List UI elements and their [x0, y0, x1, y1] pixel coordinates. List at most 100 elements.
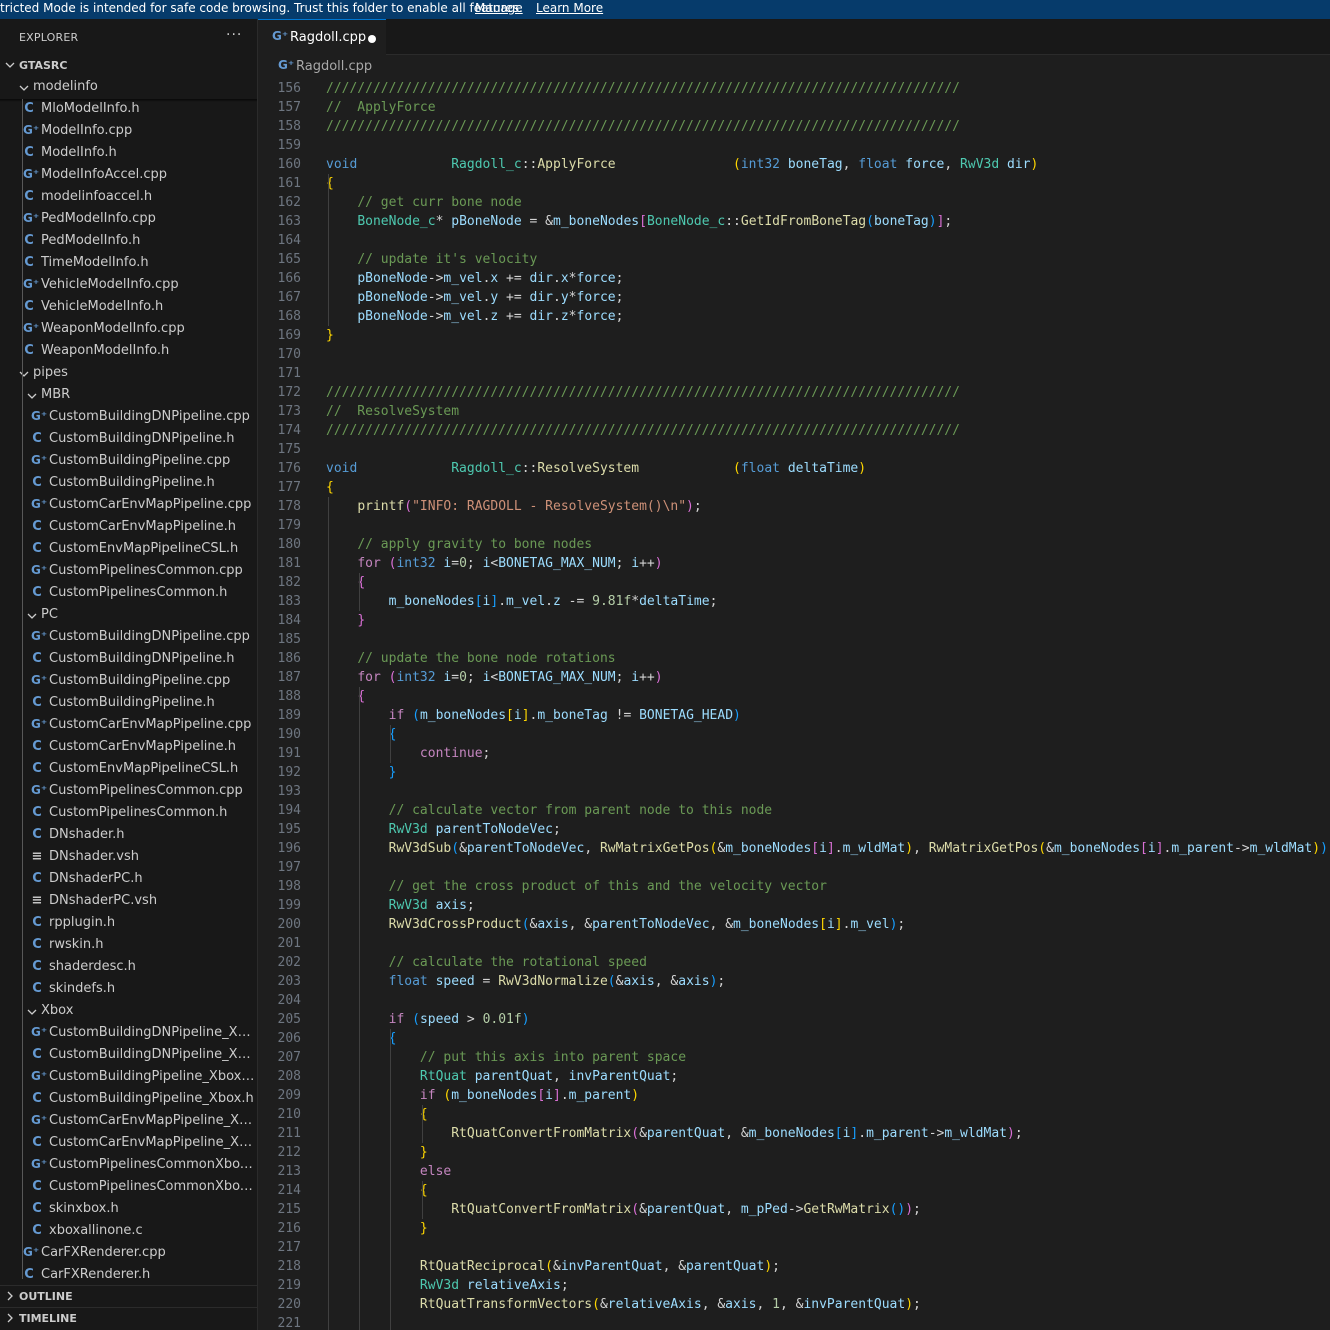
code-line[interactable]: // get curr bone node: [326, 193, 521, 212]
code-line[interactable]: RwV3d axis;: [326, 896, 475, 915]
code-line[interactable]: // ApplyForce: [326, 98, 436, 117]
code-line[interactable]: }: [326, 611, 365, 630]
code-line[interactable]: void Ragdoll_c::ApplyForce (int32 boneTa…: [326, 155, 1038, 174]
file-item[interactable]: G⁺CustomCarEnvMapPipeline_Xbox.c...: [0, 1111, 257, 1133]
workspace-section-header[interactable]: GTASRC: [0, 55, 257, 77]
code-line[interactable]: // apply gravity to bone nodes: [326, 535, 592, 554]
file-item[interactable]: Crwskin.h: [0, 935, 257, 957]
file-item[interactable]: G⁺ WeaponModelInfo.cpp: [0, 319, 257, 341]
folder-item[interactable]: modelinfo: [0, 77, 257, 99]
file-item[interactable]: C TimeModelInfo.h: [0, 253, 257, 275]
code-line[interactable]: // calculate vector from parent node to …: [326, 801, 773, 820]
more-actions-icon[interactable]: ···: [226, 27, 242, 43]
code-line[interactable]: // get the cross product of this and the…: [326, 877, 827, 896]
code-line[interactable]: pBoneNode->m_vel.x += dir.x*force;: [326, 269, 623, 288]
outline-section-header[interactable]: OUTLINE: [0, 1285, 257, 1308]
code-line[interactable]: if (m_boneNodes[i].m_parent): [326, 1086, 639, 1105]
file-item[interactable]: C CustomBuildingPipeline.h: [0, 473, 257, 495]
file-item[interactable]: C CarFXRenderer.h: [0, 1265, 257, 1287]
file-item[interactable]: Cmodelinfoaccel.h: [0, 187, 257, 209]
file-item[interactable]: ≡ DNshader.vsh: [0, 847, 257, 869]
code-line[interactable]: pBoneNode->m_vel.y += dir.y*force;: [326, 288, 623, 307]
file-item[interactable]: G⁺ CustomBuildingDNPipeline.cpp: [0, 627, 257, 649]
code-line[interactable]: float speed = RwV3dNormalize(&axis, &axi…: [326, 972, 726, 991]
code-line[interactable]: // update the bone node rotations: [326, 649, 615, 668]
file-item[interactable]: Cskinxbox.h: [0, 1199, 257, 1221]
code-line[interactable]: for (int32 i=0; i<BONETAG_MAX_NUM; i++): [326, 668, 662, 687]
file-item[interactable]: C CustomEnvMapPipelineCSL.h: [0, 759, 257, 781]
code-line[interactable]: // ResolveSystem: [326, 402, 459, 421]
file-item[interactable]: C PedModelInfo.h: [0, 231, 257, 253]
file-item[interactable]: C WeaponModelInfo.h: [0, 341, 257, 363]
code-line[interactable]: RwV3d parentToNodeVec;: [326, 820, 561, 839]
file-item[interactable]: C CustomPipelinesCommon.h: [0, 583, 257, 605]
code-line[interactable]: printf("INFO: RAGDOLL - ResolveSystem()\…: [326, 497, 701, 516]
code-line[interactable]: ////////////////////////////////////////…: [326, 421, 960, 440]
file-item[interactable]: G⁺ CustomBuildingPipeline.cpp: [0, 671, 257, 693]
file-item[interactable]: C MloModelInfo.h: [0, 99, 257, 121]
code-line[interactable]: if (m_boneNodes[i].m_boneTag != BONETAG_…: [326, 706, 741, 725]
file-item[interactable]: C CustomPipelinesCommon.h: [0, 803, 257, 825]
file-item[interactable]: ≡ DNshaderPC.vsh: [0, 891, 257, 913]
code-line[interactable]: BoneNode_c* pBoneNode = &m_boneNodes[Bon…: [326, 212, 952, 231]
file-item[interactable]: G⁺ ModelInfoAccel.cpp: [0, 165, 257, 187]
code-line[interactable]: pBoneNode->m_vel.z += dir.z*force;: [326, 307, 623, 326]
code-line[interactable]: if (speed > 0.01f): [326, 1010, 530, 1029]
file-item[interactable]: C VehicleModelInfo.h: [0, 297, 257, 319]
code-line[interactable]: {: [326, 478, 334, 497]
file-item[interactable]: G⁺ CustomBuildingPipeline.cpp: [0, 451, 257, 473]
code-line[interactable]: }: [326, 326, 334, 345]
code-line[interactable]: }: [326, 1219, 428, 1238]
file-item[interactable]: G⁺ CustomCarEnvMapPipeline.cpp: [0, 715, 257, 737]
file-item[interactable]: C CustomCarEnvMapPipeline.h: [0, 737, 257, 759]
code-line[interactable]: ////////////////////////////////////////…: [326, 117, 960, 136]
code-line[interactable]: RtQuatConvertFromMatrix(&parentQuat, m_p…: [326, 1200, 921, 1219]
code-line[interactable]: RtQuatConvertFromMatrix(&parentQuat, &m_…: [326, 1124, 1022, 1143]
code-line[interactable]: RwV3dSub(&parentToNodeVec, RwMatrixGetPo…: [326, 839, 1330, 858]
file-item[interactable]: C CustomBuildingPipeline_Xbox.h: [0, 1089, 257, 1111]
code-line[interactable]: // calculate the rotational speed: [326, 953, 647, 972]
file-item[interactable]: C CustomBuildingDNPipeline_Xbox.h: [0, 1045, 257, 1067]
file-item[interactable]: G⁺CustomBuildingDNPipeline_Xbox.c...: [0, 1023, 257, 1045]
file-item[interactable]: C CustomEnvMapPipelineCSL.h: [0, 539, 257, 561]
code-line[interactable]: {: [326, 1105, 428, 1124]
file-item[interactable]: G⁺ CustomCarEnvMapPipeline.cpp: [0, 495, 257, 517]
file-item[interactable]: C CustomBuildingDNPipeline.h: [0, 649, 257, 671]
code-line[interactable]: }: [326, 763, 397, 782]
breadcrumb-file[interactable]: Ragdoll.cpp: [296, 59, 372, 74]
unsaved-dot-icon[interactable]: [368, 35, 376, 43]
code-line[interactable]: // update it's velocity: [326, 250, 537, 269]
file-item[interactable]: Cskindefs.h: [0, 979, 257, 1001]
file-item[interactable]: G⁺ CustomPipelinesCommon.cpp: [0, 561, 257, 583]
code-line[interactable]: {: [326, 1029, 397, 1048]
code-line[interactable]: RtQuatReciprocal(&invParentQuat, &parent…: [326, 1257, 780, 1276]
file-item[interactable]: Cshaderdesc.h: [0, 957, 257, 979]
file-item[interactable]: C DNshaderPC.h: [0, 869, 257, 891]
file-item[interactable]: C ModelInfo.h: [0, 143, 257, 165]
code-line[interactable]: ////////////////////////////////////////…: [326, 383, 960, 402]
timeline-section-header[interactable]: TIMELINE: [0, 1307, 257, 1330]
code-editor[interactable]: 156 157 158 159 160 161 162 163 164 165 166 167 168 1…: [258, 78, 1330, 1330]
code-line[interactable]: for (int32 i=0; i<BONETAG_MAX_NUM; i++): [326, 554, 662, 573]
learn-more-link[interactable]: Learn More: [536, 0, 603, 17]
code-line[interactable]: RtQuatTransformVectors(&relativeAxis, &a…: [326, 1295, 921, 1314]
file-item[interactable]: G⁺ CustomPipelinesCommon.cpp: [0, 781, 257, 803]
file-item[interactable]: G⁺ ModelInfo.cpp: [0, 121, 257, 143]
file-item[interactable]: Cxboxallinone.c: [0, 1221, 257, 1243]
code-line[interactable]: {: [326, 1181, 428, 1200]
manage-link[interactable]: Manage: [475, 0, 523, 17]
file-item[interactable]: C CustomBuildingPipeline.h: [0, 693, 257, 715]
file-item[interactable]: G⁺ PedModelInfo.cpp: [0, 209, 257, 231]
file-item[interactable]: G⁺ CustomPipelinesCommonXbox.cpp: [0, 1155, 257, 1177]
code-line[interactable]: ////////////////////////////////////////…: [326, 79, 960, 98]
code-line[interactable]: }: [326, 1143, 428, 1162]
folder-item[interactable]: MBR: [0, 385, 257, 407]
folder-item[interactable]: Xbox: [0, 1001, 257, 1023]
file-item[interactable]: G⁺ VehicleModelInfo.cpp: [0, 275, 257, 297]
file-item[interactable]: G⁺ CarFXRenderer.cpp: [0, 1243, 257, 1265]
file-item[interactable]: G⁺ CustomBuildingDNPipeline.cpp: [0, 407, 257, 429]
file-item[interactable]: C DNshader.h: [0, 825, 257, 847]
file-item[interactable]: C CustomBuildingDNPipeline.h: [0, 429, 257, 451]
code-line[interactable]: {: [326, 725, 397, 744]
code-line[interactable]: // put this axis into parent space: [326, 1048, 686, 1067]
